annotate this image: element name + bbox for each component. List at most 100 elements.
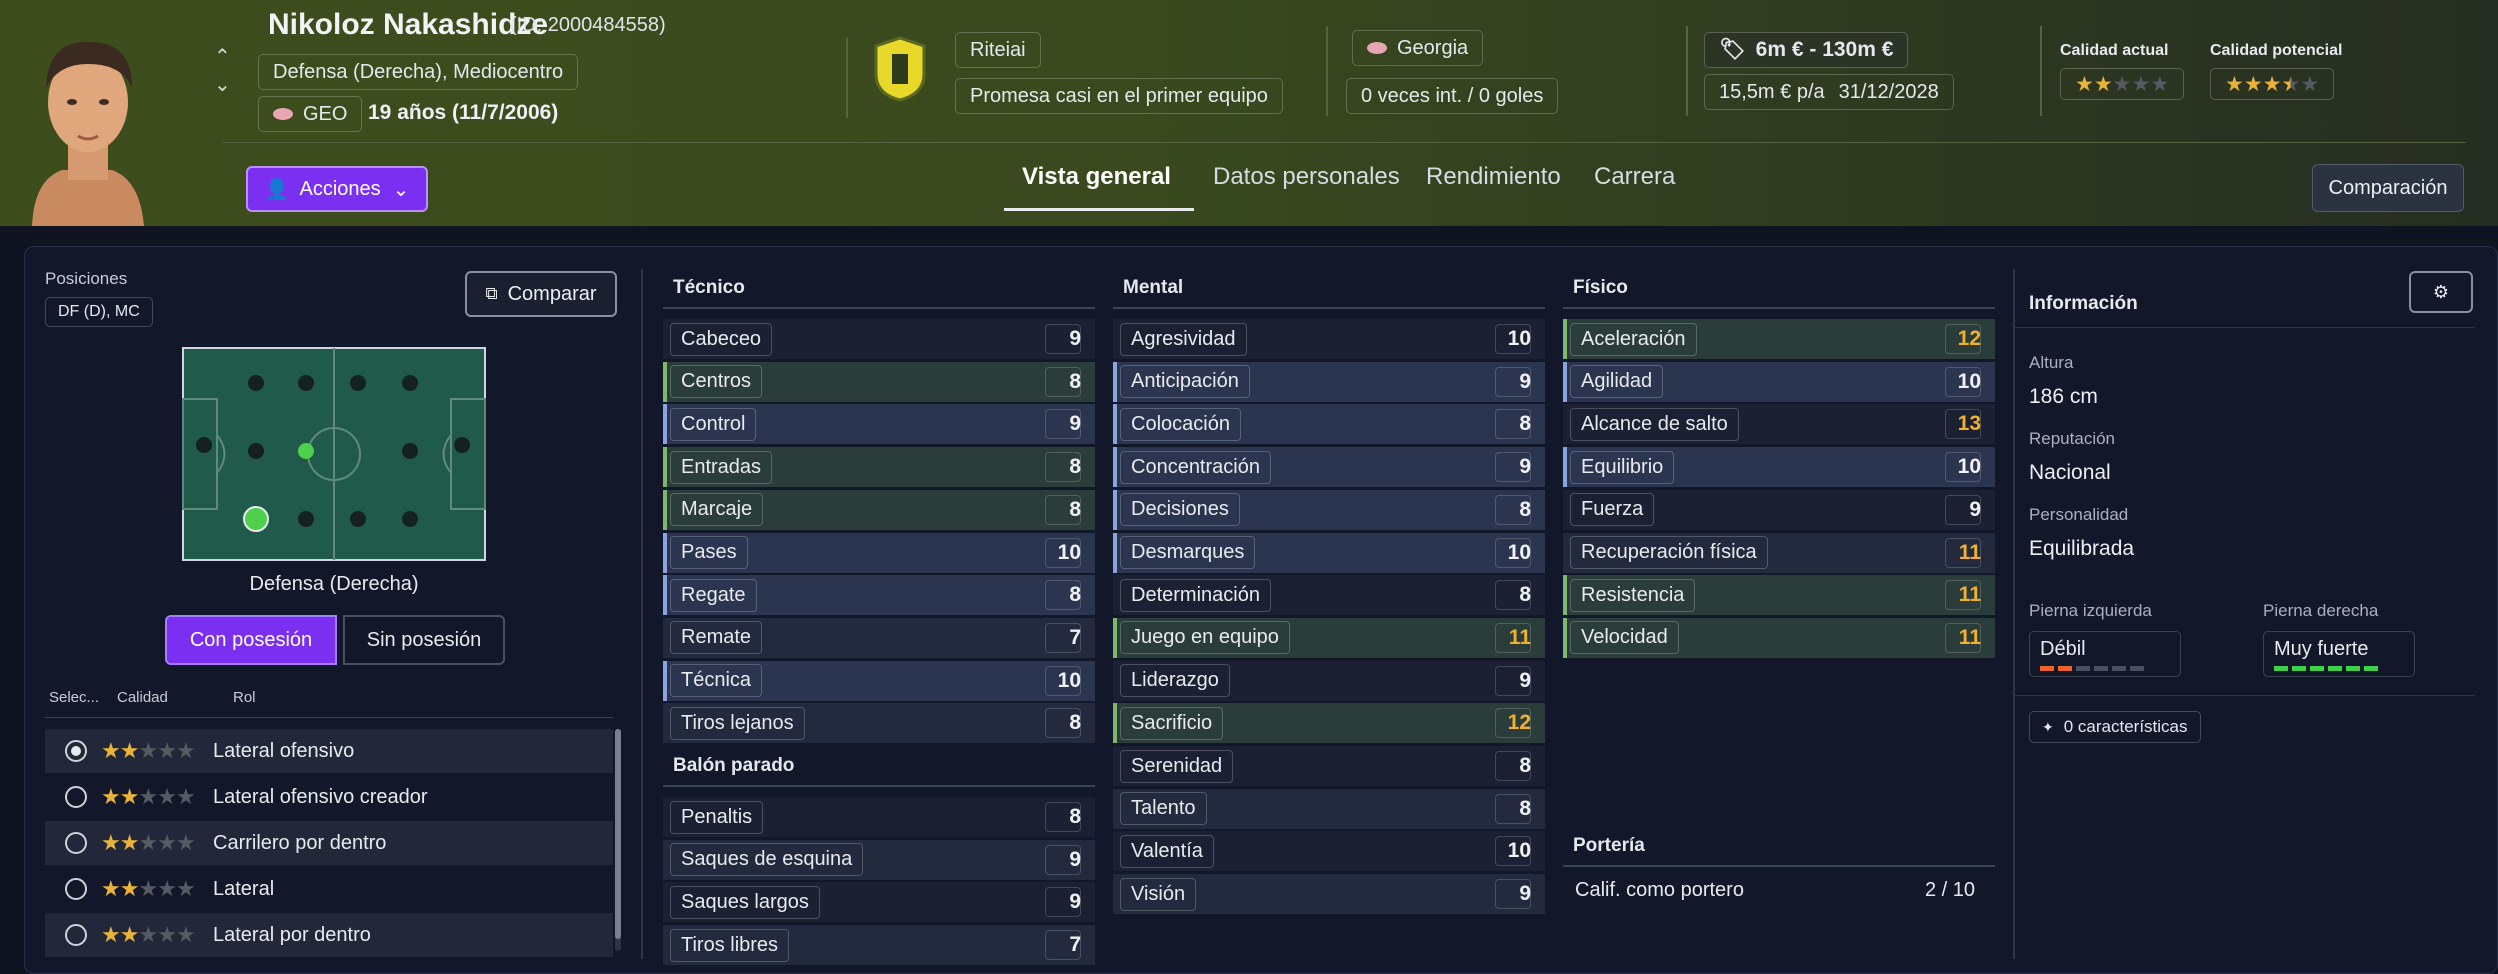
attribute-row[interactable]: Determinación 8 bbox=[1113, 575, 1545, 616]
attribute-row[interactable]: Técnica 10 bbox=[663, 660, 1095, 701]
role-row[interactable]: ★★★★★ Carrilero por dentro bbox=[45, 821, 613, 865]
attribute-row[interactable]: Valentía 10 bbox=[1113, 831, 1545, 872]
attribute-row[interactable]: Centros 8 bbox=[663, 361, 1095, 402]
player-id: (ID: 2000484558) bbox=[510, 14, 666, 36]
country-badge[interactable]: Georgia bbox=[1352, 30, 1484, 66]
in-possession-toggle[interactable]: Con posesión bbox=[165, 615, 337, 665]
col-select-header[interactable]: Selec... bbox=[49, 689, 99, 706]
attribute-row[interactable]: Alcance de salto 13 bbox=[1563, 404, 1995, 445]
attribute-value: 11 bbox=[1508, 625, 1531, 649]
attribute-name: Agilidad bbox=[1570, 365, 1664, 399]
attribute-row[interactable]: Saques largos 9 bbox=[663, 882, 1095, 923]
attribute-row[interactable]: Entradas 8 bbox=[663, 447, 1095, 488]
overview-panel: Posiciones DF (D), MC ⧉ Comparar Defensa… bbox=[24, 246, 2498, 974]
col-quality-header[interactable]: Calidad bbox=[117, 689, 168, 706]
international-caps: 0 veces int. / 0 goles bbox=[1346, 78, 1559, 114]
attribute-row[interactable]: Cabeceo 9 bbox=[663, 319, 1095, 359]
tab-overview[interactable]: Vista general bbox=[1022, 163, 1171, 191]
attribute-row[interactable]: Concentración 9 bbox=[1113, 447, 1545, 488]
attribute-row[interactable]: Anticipación 9 bbox=[1113, 361, 1545, 402]
attribute-name: Regate bbox=[670, 578, 757, 612]
attribute-row[interactable]: Tiros lejanos 8 bbox=[663, 703, 1095, 744]
role-stars: ★★★★★ bbox=[101, 876, 196, 901]
attribute-row[interactable]: Liderazgo 9 bbox=[1113, 660, 1545, 701]
role-radio[interactable] bbox=[65, 878, 87, 900]
role-radio[interactable] bbox=[65, 786, 87, 808]
previous-player-button[interactable]: ⌃ bbox=[214, 44, 231, 69]
info-title: Información bbox=[2029, 293, 2138, 314]
traits-button[interactable]: ✦ 0 características bbox=[2029, 711, 2201, 743]
attribute-row[interactable]: Equilibrio 10 bbox=[1563, 447, 1995, 488]
attribute-row[interactable]: Resistencia 11 bbox=[1563, 575, 1995, 616]
compare-icon: ⧉ bbox=[485, 284, 498, 303]
attribute-row[interactable]: Penaltis 8 bbox=[663, 797, 1095, 837]
attribute-row[interactable]: Pases 10 bbox=[663, 532, 1095, 573]
attribute-row[interactable]: Talento 8 bbox=[1113, 788, 1545, 829]
attribute-row[interactable]: Decisiones 8 bbox=[1113, 489, 1545, 530]
attribute-row[interactable]: Remate 7 bbox=[663, 617, 1095, 658]
nation-badge: GEO bbox=[258, 96, 363, 132]
attribute-value: 8 bbox=[1069, 805, 1081, 828]
compare-positions-button[interactable]: ⧉ Comparar bbox=[465, 271, 617, 317]
attribute-name: Control bbox=[670, 407, 757, 441]
role-row[interactable]: ★★★★★ Lateral ofensivo creador bbox=[45, 775, 613, 819]
wage: 15,5m € p/a bbox=[1719, 80, 1825, 103]
comparison-button[interactable]: Comparación bbox=[2312, 164, 2464, 212]
club-name[interactable]: Riteiai bbox=[955, 32, 1041, 68]
attribute-row[interactable]: Control 9 bbox=[663, 404, 1095, 445]
left-foot-label: Pierna izquierda bbox=[2029, 601, 2152, 620]
attribute-name: Saques de esquina bbox=[670, 843, 864, 877]
role-row[interactable]: ★★★★★ Lateral por dentro bbox=[45, 913, 613, 957]
role-row[interactable]: ★★★★★ Lateral bbox=[45, 867, 613, 911]
secondary-position-marker bbox=[298, 443, 314, 459]
attribute-row[interactable]: Recuperación física 11 bbox=[1563, 532, 1995, 573]
attribute-value: 10 bbox=[1057, 540, 1081, 564]
attribute-name: Talento bbox=[1120, 792, 1207, 826]
attribute-value: 8 bbox=[1519, 754, 1531, 777]
flag-icon bbox=[1367, 42, 1387, 54]
attribute-row[interactable]: Aceleración 12 bbox=[1563, 319, 1995, 359]
section-title-porteria: Portería bbox=[1573, 835, 1645, 856]
attribute-row[interactable]: Agilidad 10 bbox=[1563, 361, 1995, 402]
chevron-down-icon: ⌄ bbox=[392, 178, 410, 201]
attribute-row[interactable]: Fuerza 9 bbox=[1563, 489, 1995, 530]
player-name: Nikoloz Nakashidze bbox=[268, 8, 549, 41]
role-radio[interactable] bbox=[65, 740, 87, 762]
tab-career[interactable]: Carrera bbox=[1594, 163, 1675, 191]
attribute-row[interactable]: Tiros libres 7 bbox=[663, 925, 1095, 966]
goalkeeper-rating-value: 2 / 10 bbox=[1925, 879, 1976, 901]
actions-label: Acciones bbox=[299, 177, 381, 200]
role-list-scrollbar[interactable] bbox=[615, 729, 621, 951]
attribute-name: Técnica bbox=[670, 664, 763, 698]
attribute-row[interactable]: Desmarques 10 bbox=[1113, 532, 1545, 573]
role-radio[interactable] bbox=[65, 924, 87, 946]
personality-value: Equilibrada bbox=[2029, 537, 2135, 560]
squad-status: Promesa casi en el primer equipo bbox=[955, 78, 1283, 114]
current-ability-label: Calidad actual bbox=[2060, 42, 2169, 59]
attribute-value: 11 bbox=[1958, 583, 1981, 607]
attribute-row[interactable]: Velocidad 11 bbox=[1563, 617, 1995, 658]
attribute-row[interactable]: Marcaje 8 bbox=[663, 489, 1095, 530]
attribute-row[interactable]: Saques de esquina 9 bbox=[663, 839, 1095, 880]
attribute-name: Liderazgo bbox=[1120, 664, 1230, 698]
attribute-row[interactable]: Juego en equipo 11 bbox=[1113, 617, 1545, 658]
right-foot-label: Pierna derecha bbox=[2263, 601, 2379, 620]
role-radio[interactable] bbox=[65, 832, 87, 854]
left-foot-value: Débil bbox=[2040, 638, 2086, 660]
attribute-name: Penaltis bbox=[670, 800, 764, 834]
attribute-row[interactable]: Sacrificio 12 bbox=[1113, 703, 1545, 744]
profile-settings-icon[interactable]: ⚙ bbox=[2409, 271, 2473, 313]
attribute-row[interactable]: Visión 9 bbox=[1113, 874, 1545, 915]
col-role-header[interactable]: Rol bbox=[233, 689, 256, 706]
attribute-row[interactable]: Agresividad 10 bbox=[1113, 319, 1545, 359]
role-row[interactable]: ★★★★★ Lateral ofensivo bbox=[45, 729, 613, 773]
next-player-button[interactable]: ⌄ bbox=[214, 72, 231, 97]
tab-personal-data[interactable]: Datos personales bbox=[1213, 163, 1400, 191]
attribute-row[interactable]: Colocación 8 bbox=[1113, 404, 1545, 445]
actions-button[interactable]: 👤 Acciones ⌄ bbox=[246, 166, 428, 212]
tab-performance[interactable]: Rendimiento bbox=[1426, 163, 1561, 191]
out-of-possession-toggle[interactable]: Sin posesión bbox=[343, 615, 505, 665]
attribute-row[interactable]: Serenidad 8 bbox=[1113, 746, 1545, 786]
section-title-balon_parado: Balón parado bbox=[673, 755, 795, 776]
attribute-row[interactable]: Regate 8 bbox=[663, 575, 1095, 616]
